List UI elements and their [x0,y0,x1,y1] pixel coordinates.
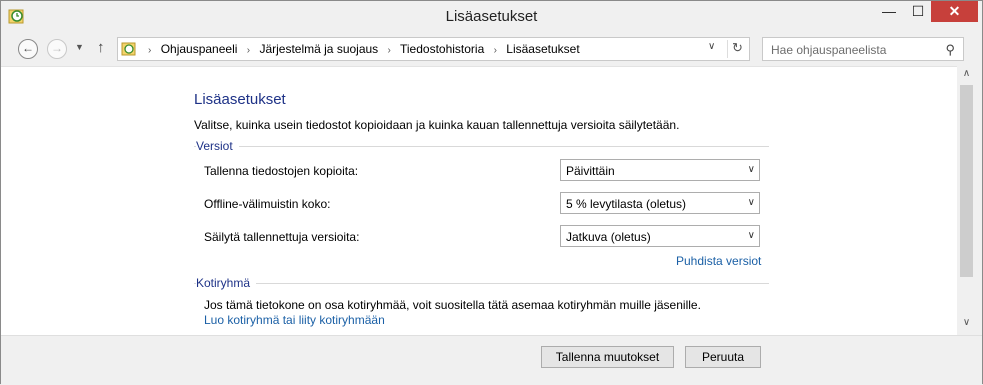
save-copies-select[interactable]: Päivittäin ∨ [560,159,760,181]
scroll-thumb[interactable] [960,85,973,277]
divider [194,283,769,284]
save-copies-label: Tallenna tiedostojen kopioita: [204,164,359,178]
breadcrumb-item-system-security[interactable]: Järjestelmä ja suojaus [259,42,378,56]
recent-locations-dropdown[interactable]: ▼ [75,42,84,52]
address-bar[interactable]: › Ohjauspaneeli › Järjestelmä ja suojaus… [117,37,750,61]
minimize-button[interactable]: — [875,1,903,23]
breadcrumb-separator[interactable]: › [148,45,151,56]
homegroup-link[interactable]: Luo kotiryhmä tai liity kotiryhmään [204,313,385,327]
divider [194,146,769,147]
control-panel-icon [121,42,136,56]
chevron-down-icon[interactable]: ∨ [708,41,715,52]
search-input[interactable]: Hae ohjauspaneelista ⚲ [762,37,964,61]
divider [727,40,728,58]
chevron-down-icon: ∨ [747,164,755,175]
save-copies-value: Päivittäin [566,164,615,178]
close-button[interactable]: ✕ [931,1,978,22]
scroll-up-button[interactable]: ∧ [958,68,975,79]
breadcrumb-item-control-panel[interactable]: Ohjauspaneeli [161,42,238,56]
back-button[interactable]: ← [18,39,38,59]
versions-group-label: Versiot [196,139,239,153]
save-changes-button[interactable]: Tallenna muutokset [541,346,674,368]
offline-cache-select[interactable]: 5 % levytilasta (oletus) ∨ [560,192,760,214]
window-title: Lisäasetukset [445,8,538,25]
chevron-down-icon: ∨ [747,197,755,208]
homegroup-group-header: Kotiryhmä [194,276,769,290]
breadcrumb-item-file-history[interactable]: Tiedostohistoria [400,42,484,56]
keep-versions-select[interactable]: Jatkuva (oletus) ∨ [560,225,760,247]
navigation-bar: ← → ▼ ↑ › Ohjauspaneeli › Järjestelmä ja… [1,32,982,66]
search-icon[interactable]: ⚲ [945,42,955,58]
offline-cache-value: 5 % levytilasta (oletus) [566,197,687,211]
keep-versions-value: Jatkuva (oletus) [566,230,651,244]
footer: Tallenna muutokset Peruuta [1,335,982,385]
scroll-down-button[interactable]: ∨ [958,317,975,328]
keep-versions-label: Säilytä tallennettuja versioita: [204,230,360,244]
maximize-button[interactable]: ☐ [904,1,932,23]
clean-up-versions-link[interactable]: Puhdista versiot [676,254,761,268]
breadcrumb-separator[interactable]: › [388,45,391,56]
breadcrumb: › Ohjauspaneeli › Järjestelmä ja suojaus… [142,42,580,56]
vertical-scrollbar[interactable]: ∧ ∨ [958,66,975,335]
homegroup-group-label: Kotiryhmä [196,276,257,290]
forward-button[interactable]: → [47,39,67,59]
main-content: Lisäasetukset Valitse, kuinka usein tied… [1,66,957,336]
breadcrumb-separator[interactable]: › [247,45,250,56]
search-placeholder: Hae ohjauspaneelista [771,43,887,57]
versions-group-header: Versiot [194,139,769,153]
window: Lisäasetukset — ☐ ✕ ← → ▼ ↑ › Ohjauspane… [0,0,983,385]
page-title: Lisäasetukset [194,91,286,108]
intro-text: Valitse, kuinka usein tiedostot kopioida… [194,118,680,132]
offline-cache-label: Offline-välimuistin koko: [204,197,331,211]
cancel-button[interactable]: Peruuta [685,346,761,368]
homegroup-text: Jos tämä tietokone on osa kotiryhmää, vo… [204,298,701,312]
breadcrumb-item-advanced-settings[interactable]: Lisäasetukset [506,42,579,56]
chevron-down-icon: ∨ [747,230,755,241]
title-bar: Lisäasetukset — ☐ ✕ [1,1,982,32]
up-button[interactable]: ↑ [97,39,105,56]
refresh-button[interactable]: ↻ [732,40,743,56]
breadcrumb-separator[interactable]: › [494,45,497,56]
